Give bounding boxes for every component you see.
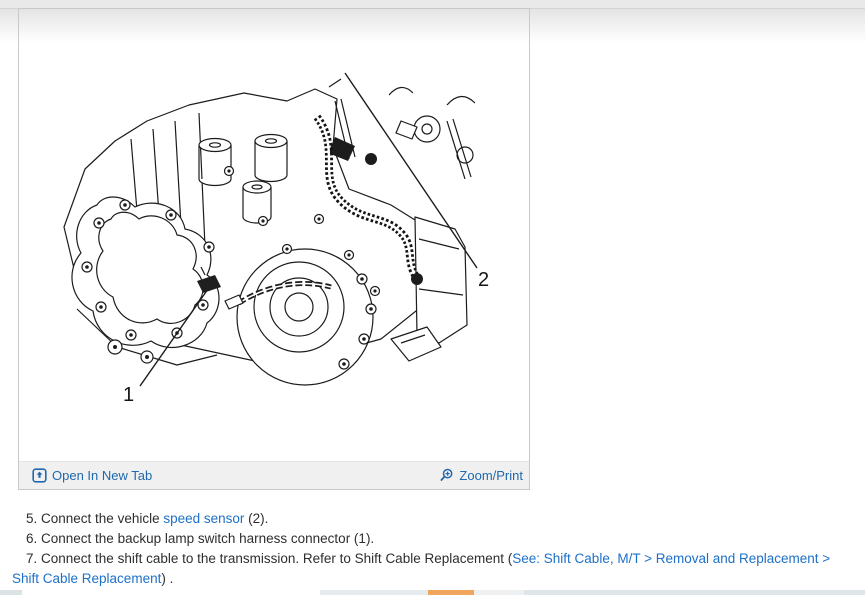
page: 1 2 Open In New Tab Zoom/Print 5. Connec… bbox=[0, 0, 865, 595]
step-text: ) . bbox=[161, 571, 174, 586]
step-item-5: 5. Connect the vehicle speed sensor (2). bbox=[12, 509, 853, 529]
speed-sensor bbox=[411, 273, 423, 285]
figure-box: 1 2 Open In New Tab Zoom/Print bbox=[18, 8, 530, 490]
taskbar-strip-segment bbox=[320, 590, 428, 595]
step-text: (2). bbox=[244, 511, 269, 526]
figure-image: 1 2 bbox=[19, 9, 529, 461]
zoom-print-label: Zoom/Print bbox=[459, 468, 523, 483]
step-number: 6. bbox=[26, 531, 38, 546]
engine-bay-clutter bbox=[328, 78, 476, 180]
transmission-diagram bbox=[63, 72, 478, 387]
zoom-in-icon bbox=[439, 468, 454, 483]
taskbar-strip-segment bbox=[0, 590, 22, 595]
callout-label-2: 2 bbox=[478, 269, 490, 291]
open-in-new-tab-icon bbox=[32, 468, 47, 483]
figure-footer-bar: Open In New Tab Zoom/Print bbox=[19, 461, 529, 489]
callout-label-1: 1 bbox=[123, 384, 135, 406]
step-number: 7. bbox=[26, 551, 38, 566]
open-in-new-tab-link[interactable]: Open In New Tab bbox=[32, 468, 152, 483]
step-text: Connect the backup lamp switch harness c… bbox=[37, 531, 375, 546]
step-text: Connect the vehicle bbox=[37, 511, 164, 526]
step-item-6: 6. Connect the backup lamp switch harnes… bbox=[12, 529, 853, 549]
taskbar-strip-segment bbox=[474, 590, 524, 595]
step-item-7: 7. Connect the shift cable to the transm… bbox=[12, 549, 853, 589]
speed-sensor-link[interactable]: speed sensor bbox=[163, 511, 244, 526]
instruction-steps: 5. Connect the vehicle speed sensor (2).… bbox=[0, 509, 853, 589]
bottom-edge-strip bbox=[0, 590, 865, 595]
taskbar-strip-segment bbox=[22, 590, 320, 595]
step-text: Connect the shift cable to the transmiss… bbox=[37, 551, 513, 566]
open-in-new-tab-label: Open In New Tab bbox=[52, 468, 153, 483]
taskbar-strip-segment bbox=[428, 590, 474, 595]
taskbar-strip-segment bbox=[524, 590, 865, 595]
zoom-print-link[interactable]: Zoom/Print bbox=[439, 468, 523, 483]
step-number: 5. bbox=[26, 511, 38, 526]
